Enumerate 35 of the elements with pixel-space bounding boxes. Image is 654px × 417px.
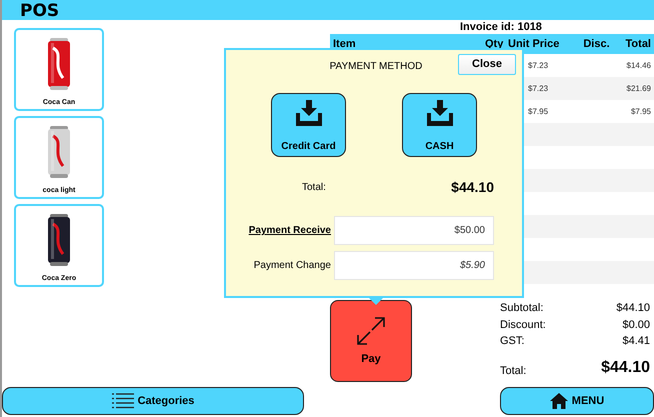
summary-value: $44.10 [616,301,650,316]
payment-method-button[interactable]: Credit Card [271,93,346,157]
summary-label: Discount: [500,318,546,332]
arrows-icon [355,314,387,347]
field-label: Payment Change [252,259,332,273]
download-icon [426,100,454,126]
amount-field[interactable]: $50.00 [334,216,494,245]
close-button[interactable]: Close [458,54,516,75]
column-header: Unit Price [505,34,579,54]
list-icon [112,392,134,410]
download-icon [294,100,322,126]
home-icon [550,393,568,409]
dialog-title: PAYMENT METHOD [328,60,424,74]
payment-method-button[interactable]: CASH [402,93,477,157]
summary-value: $44.10 [601,358,650,378]
invoice-id: Invoice id: 1018 [459,20,543,34]
summary-label: Subtotal: [500,301,544,316]
categories-button[interactable]: Categories [2,387,304,415]
total-label: Total: [302,181,326,195]
table-cell: $7.95 [505,100,579,123]
summary-label: GST: [500,334,524,349]
total-amount: $44.10 [451,178,494,197]
table-cell: $21.69 [614,77,654,100]
table-cell: $14.46 [614,54,654,77]
field-label: Payment Receive [248,224,332,238]
amount-field[interactable]: $5.90 [334,251,494,280]
summary-value: $0.00 [622,318,650,332]
menu-button[interactable]: MENU [500,387,654,415]
table-cell: $7.95 [614,100,654,123]
summary-label: Total: [500,364,526,379]
pay-button[interactable]: Pay [330,300,412,382]
column-header: Total [614,34,654,54]
column-header: Disc. [579,34,614,54]
app-title: POS [20,1,60,21]
summary-value: $4.41 [622,334,650,349]
